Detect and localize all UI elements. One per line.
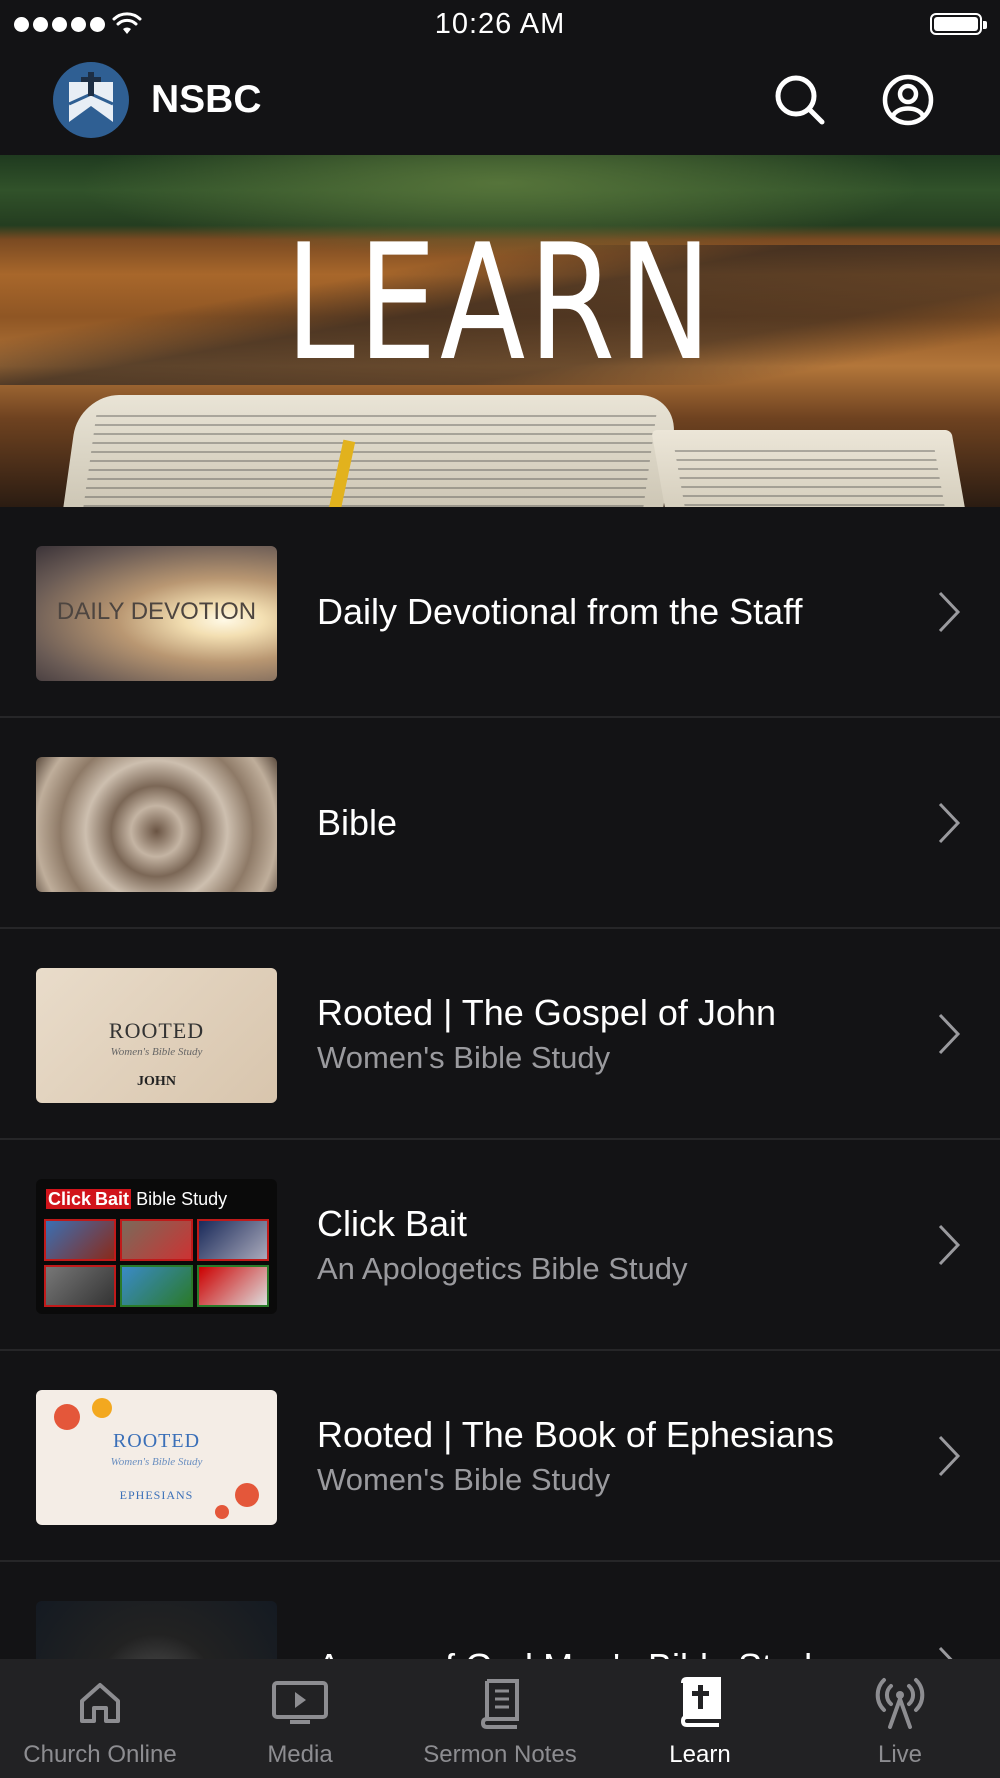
tab-church-online[interactable]: Church Online xyxy=(0,1659,200,1778)
tab-label: Media xyxy=(267,1741,333,1768)
list-item[interactable]: ROOTED Women's Bible Study EPHESIANS Roo… xyxy=(0,1351,1000,1562)
church-logo[interactable] xyxy=(53,62,129,138)
thumbnail-text: Women's Bible Study xyxy=(110,1046,203,1058)
thumbnail-text: Click Bait Bible Study xyxy=(46,1189,228,1209)
chevron-right-icon xyxy=(938,1224,961,1266)
tab-learn[interactable]: Learn xyxy=(600,1659,800,1778)
list-item-title: Click Bait xyxy=(317,1202,468,1244)
search-icon[interactable] xyxy=(772,72,828,128)
broadcast-icon xyxy=(875,1678,925,1729)
list-item-subtitle: An Apologetics Bible Study xyxy=(317,1250,688,1286)
tab-sermon-notes[interactable]: Sermon Notes xyxy=(400,1659,600,1778)
open-bible-image xyxy=(60,395,680,507)
bible-thumbnail xyxy=(36,757,277,892)
tab-bar: Church Online Media Sermon Notes Learn L… xyxy=(0,1659,1000,1778)
thumbnail-text: Women's Bible Study xyxy=(110,1456,203,1468)
notebook-image xyxy=(651,430,969,507)
tab-live[interactable]: Live xyxy=(800,1659,1000,1778)
learn-list: DAILY DEVOTION Daily Devotional from the… xyxy=(0,507,1000,1773)
list-item[interactable]: ROOTED Women's Bible Study JOHN Rooted |… xyxy=(0,929,1000,1140)
thumbnail-text: ROOTED xyxy=(112,1430,201,1452)
chevron-right-icon xyxy=(938,1435,961,1477)
chevron-right-icon xyxy=(938,591,961,633)
list-item-title: Bible xyxy=(317,801,398,843)
click-bait-thumbnail: Click Bait Bible Study xyxy=(36,1179,277,1314)
play-screen-icon xyxy=(272,1681,328,1724)
chevron-right-icon xyxy=(938,1013,961,1055)
rooted-john-thumbnail: ROOTED Women's Bible Study JOHN xyxy=(36,968,277,1103)
list-item[interactable]: DAILY DEVOTION Daily Devotional from the… xyxy=(0,507,1000,718)
thumbnail-text: JOHN xyxy=(137,1074,176,1089)
tab-label: Sermon Notes xyxy=(423,1741,577,1768)
rooted-ephesians-thumbnail: ROOTED Women's Bible Study EPHESIANS xyxy=(36,1390,277,1525)
list-item-subtitle: Women's Bible Study xyxy=(317,1461,611,1497)
thumbnail-text: EPHESIANS xyxy=(119,1488,194,1502)
battery-icon xyxy=(930,13,987,35)
app-header: NSBC xyxy=(0,52,1000,155)
status-time: 10:26 AM xyxy=(434,8,566,40)
bible-icon xyxy=(680,1677,721,1727)
list-item[interactable]: Bible xyxy=(0,718,1000,929)
chevron-right-icon xyxy=(938,802,961,844)
status-bar: 10:26 AM xyxy=(0,0,1000,52)
tab-label: Church Online xyxy=(23,1741,177,1768)
tab-media[interactable]: Media xyxy=(200,1659,400,1778)
app-title: NSBC xyxy=(151,78,262,121)
list-item-title: Rooted | The Book of Ephesians xyxy=(317,1413,835,1455)
list-item-title: Daily Devotional from the Staff xyxy=(317,590,803,632)
tab-label: Live xyxy=(877,1741,923,1768)
daily-devotion-thumbnail: DAILY DEVOTION xyxy=(36,546,277,681)
list-item-subtitle: Women's Bible Study xyxy=(317,1039,611,1075)
cross-logo-icon xyxy=(68,72,114,122)
list-item-title: Rooted | The Gospel of John xyxy=(317,991,776,1033)
tab-label: Learn xyxy=(669,1741,731,1768)
profile-icon[interactable] xyxy=(880,72,936,128)
list-item[interactable]: Click Bait Bible Study Click Bait An Apol… xyxy=(0,1140,1000,1351)
hero-title: LEARN xyxy=(285,209,715,396)
home-icon xyxy=(80,1683,120,1723)
thumbnail-text: DAILY DEVOTION xyxy=(56,598,257,625)
thumbnail-text: ROOTED xyxy=(108,1018,205,1043)
notes-book-icon xyxy=(480,1679,519,1729)
hero-banner: LEARN xyxy=(0,155,1000,507)
